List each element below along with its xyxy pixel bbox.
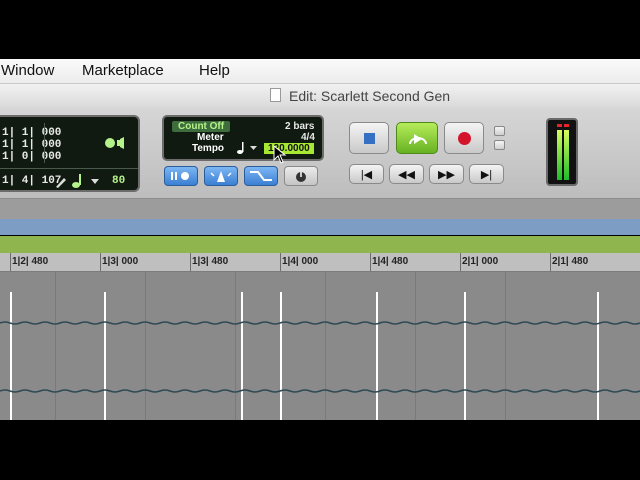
midi-controls-button[interactable] <box>284 166 318 186</box>
go-to-end-button[interactable]: ▶| <box>469 164 504 184</box>
marker-ruler <box>0 219 640 235</box>
rewind-button[interactable]: ◀◀ <box>389 164 424 184</box>
ruler-label: 1|3| 480 <box>192 256 229 267</box>
click-region-boundary <box>10 292 12 420</box>
play-loop-icon <box>409 134 427 145</box>
edit-window-tracks[interactable] <box>0 272 640 420</box>
grid-line <box>505 272 506 420</box>
speaker-icon[interactable] <box>104 135 130 151</box>
click-region-boundary <box>597 292 599 420</box>
return-to-zero-button[interactable]: |◀ <box>349 164 384 184</box>
waveform-bottom <box>0 389 640 393</box>
chevron-down-icon[interactable] <box>250 146 257 151</box>
grid-line <box>415 272 416 420</box>
transport-option-bottom[interactable] <box>494 140 505 150</box>
menubar: Window Marketplace Help <box>0 59 640 84</box>
click-region-boundary <box>464 292 466 420</box>
record-icon <box>458 132 471 145</box>
ruler-tick <box>280 253 281 271</box>
rewind-to-start-icon: |◀ <box>360 169 373 181</box>
click-region-boundary <box>104 292 106 420</box>
counter-line-1: 1| 1| 000 <box>2 127 62 139</box>
ruler-tick <box>100 253 101 271</box>
letterbox-bottom <box>0 420 640 480</box>
go-to-end-icon: ▶| <box>480 169 493 181</box>
rewind-icon: ◀◀ <box>398 169 415 181</box>
clip-indicator-left <box>557 124 562 127</box>
timebase-ruler <box>0 199 640 219</box>
waveform-top <box>0 321 640 325</box>
counter-divider-h <box>0 168 138 169</box>
click-region-boundary <box>376 292 378 420</box>
ruler-tick <box>370 253 371 271</box>
menu-help[interactable]: Help <box>199 62 230 79</box>
menu-marketplace[interactable]: Marketplace <box>82 62 164 79</box>
window-title: Edit: Scarlett Second Gen <box>289 88 451 104</box>
ruler-label: 1|3| 000 <box>102 256 139 267</box>
pencil-icon[interactable] <box>54 175 68 189</box>
transport-option-top[interactable] <box>494 126 505 136</box>
ruler-tick <box>10 253 11 271</box>
bars-beats-ruler: 1|2| 480 1|3| 000 1|3| 480 1|4| 000 1|4|… <box>0 253 640 272</box>
clip-indicator-right <box>564 124 569 127</box>
ruler-tick <box>190 253 191 271</box>
dial-icon <box>296 172 306 182</box>
grid-line <box>325 272 326 420</box>
ruler-label: 1|4| 000 <box>282 256 319 267</box>
ruler-label: 2|1| 000 <box>462 256 499 267</box>
note-icon <box>237 142 244 154</box>
tempo-ruler <box>0 236 640 254</box>
play-button[interactable] <box>396 122 438 154</box>
stop-icon <box>364 133 375 144</box>
grid-line <box>235 272 236 420</box>
meter-bar-left <box>557 130 562 180</box>
ruler-label: 2|1| 480 <box>552 256 589 267</box>
document-icon <box>270 88 281 102</box>
wait-note-icon <box>171 172 189 180</box>
ruler-label: 1|4| 480 <box>372 256 409 267</box>
merge-icon <box>250 171 272 181</box>
metronome-button[interactable] <box>204 166 238 186</box>
click-region-boundary <box>241 292 243 420</box>
count-off-button[interactable]: Count Off <box>172 121 231 132</box>
tempo-meter-display: Count Off 2 bars Meter 4/4 Tempo 120.000… <box>162 115 324 161</box>
midi-merge-button[interactable] <box>244 166 278 186</box>
ruler-tick <box>550 253 551 271</box>
counter-divider <box>44 123 45 163</box>
note-icon[interactable] <box>71 173 85 189</box>
chevron-down-icon[interactable] <box>91 179 99 185</box>
tempo-value[interactable]: 120.0000 <box>264 143 314 154</box>
counter-line-3: 1| 0| 000 <box>2 151 62 163</box>
menu-window[interactable]: Window <box>1 62 54 79</box>
counter-line-4: 1| 4| 107 <box>2 175 62 187</box>
ruler-label: 1|2| 480 <box>12 256 49 267</box>
meter-value[interactable]: 4/4 <box>301 132 315 143</box>
wait-for-note-button[interactable] <box>164 166 198 186</box>
counter-value: 80 <box>112 175 126 187</box>
click-region-boundary <box>280 292 282 420</box>
window-titlebar: Edit: Scarlett Second Gen <box>0 84 640 109</box>
ruler-tick <box>460 253 461 271</box>
meter-label: Meter <box>197 132 224 143</box>
fast-forward-button[interactable]: ▶▶ <box>429 164 464 184</box>
counter-display: 1| 1| 000 1| 1| 000 1| 0| 000 1| 4| 107 … <box>0 115 140 192</box>
grid-line <box>55 272 56 420</box>
mouse-pointer-icon <box>273 145 287 164</box>
master-level-meter <box>546 118 578 186</box>
fast-forward-icon: ▶▶ <box>438 169 455 181</box>
edit-toolbar: 1| 1| 000 1| 1| 000 1| 0| 000 1| 4| 107 … <box>0 108 640 199</box>
count-off-bars[interactable]: 2 bars <box>285 121 314 132</box>
metronome-icon <box>210 171 232 182</box>
grid-line <box>145 272 146 420</box>
meter-bar-right <box>564 130 569 180</box>
record-button[interactable] <box>444 122 484 154</box>
counter-line-2: 1| 1| 000 <box>2 139 62 151</box>
stop-button[interactable] <box>349 122 389 154</box>
tempo-label: Tempo <box>192 143 225 154</box>
